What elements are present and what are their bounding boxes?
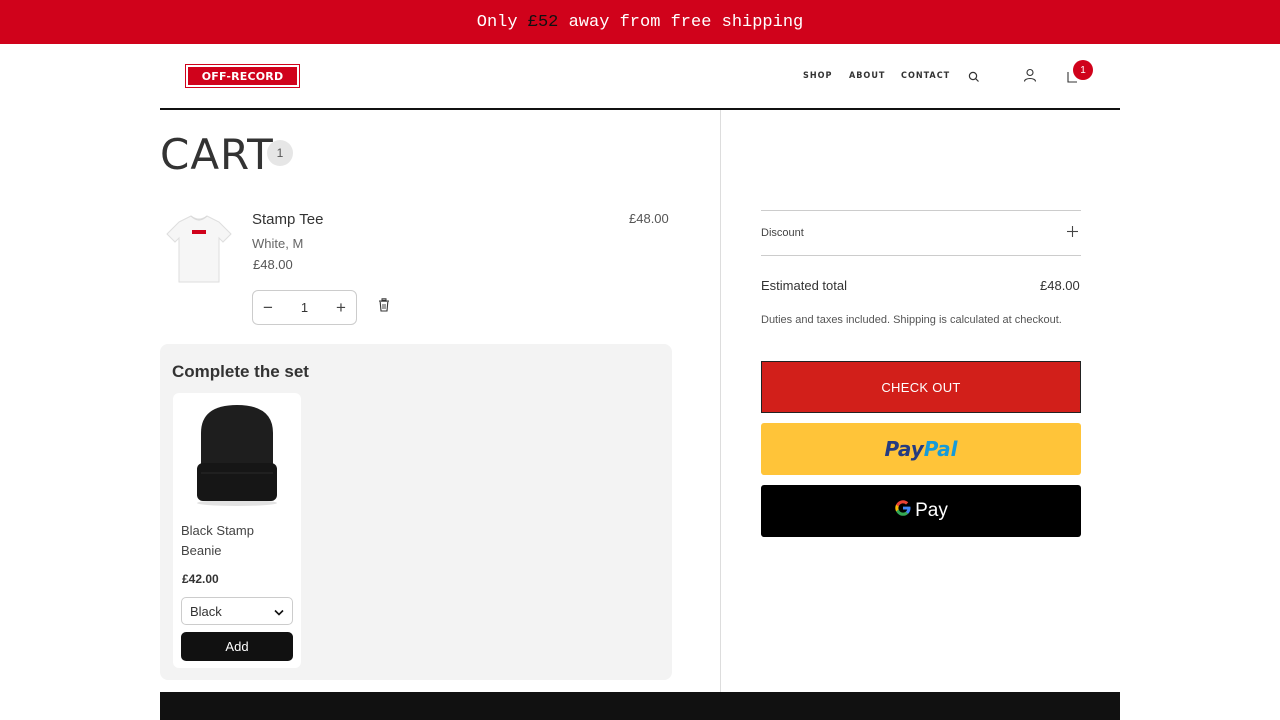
logo[interactable]: OFF-RECORD [185, 64, 300, 88]
nav-shop[interactable]: SHOP [803, 71, 832, 81]
summary-divider-top [761, 210, 1081, 211]
discount-toggle-label[interactable]: Discount [761, 227, 804, 239]
chevron-down-icon [274, 604, 284, 619]
quantity-value[interactable]: 1 [301, 300, 308, 315]
product-image-stamp-tee[interactable] [165, 210, 233, 286]
upsell-title: Complete the set [172, 362, 309, 381]
estimated-total-value: £48.00 [1040, 278, 1080, 293]
complete-the-set-panel: Complete the set Black Stamp Beanie £42.… [160, 344, 672, 680]
nav-about[interactable]: ABOUT [849, 71, 885, 81]
quantity-stepper: − 1 + [252, 290, 357, 325]
google-g-icon [894, 499, 912, 523]
duties-note: Duties and taxes included. Shipping is c… [761, 314, 1062, 326]
upsell-product-name[interactable]: Black Stamp Beanie [181, 521, 293, 561]
logo-text: OFF-RECORD [188, 67, 297, 85]
product-image-beanie[interactable] [189, 403, 285, 512]
google-pay-button[interactable]: Pay [761, 485, 1081, 537]
site-header: OFF-RECORD SHOP ABOUT CONTACT 1 [160, 44, 1120, 110]
nav-contact[interactable]: CONTACT [901, 71, 950, 81]
page-title: CART [160, 130, 274, 179]
remove-item-icon[interactable] [378, 298, 390, 317]
cart-count-pill: 1 [267, 140, 293, 166]
cart-item-variant: White, M [252, 236, 304, 251]
cart-item-unit-price: £48.00 [253, 257, 293, 272]
decrease-quantity-button[interactable]: − [263, 298, 273, 318]
search-icon[interactable] [968, 70, 980, 88]
checkout-button[interactable]: CHECK OUT [761, 361, 1081, 413]
announcement-bar: Only £52 away from free shipping [0, 0, 1280, 44]
upsell-variant-value: Black [190, 603, 222, 619]
cart-item-line-total: £48.00 [629, 211, 669, 226]
paypal-button[interactable]: Pay Pal [761, 423, 1081, 475]
announcement-suffix: away from free shipping [558, 12, 804, 32]
estimated-total-label: Estimated total [761, 278, 847, 293]
footer [160, 692, 1120, 720]
cart-count-badge: 1 [1073, 60, 1093, 80]
announcement-prefix: Only [476, 12, 528, 32]
cart-item-name[interactable]: Stamp Tee [252, 211, 323, 228]
paypal-logo-part1: Pay [884, 437, 924, 461]
upsell-product-card: Black Stamp Beanie £42.00 Black Add [173, 393, 301, 668]
increase-quantity-button[interactable]: + [336, 298, 346, 318]
google-pay-label: Pay [915, 500, 948, 521]
announcement-amount: £52 [527, 12, 559, 32]
upsell-add-button[interactable]: Add [181, 632, 293, 661]
upsell-variant-select[interactable]: Black [181, 597, 293, 625]
column-divider [720, 110, 721, 692]
summary-divider-bottom [761, 255, 1081, 256]
upsell-product-price: £42.00 [182, 572, 219, 586]
paypal-logo-part2: Pal [923, 437, 958, 461]
account-icon[interactable] [1023, 68, 1037, 87]
plus-icon[interactable] [1067, 222, 1078, 242]
